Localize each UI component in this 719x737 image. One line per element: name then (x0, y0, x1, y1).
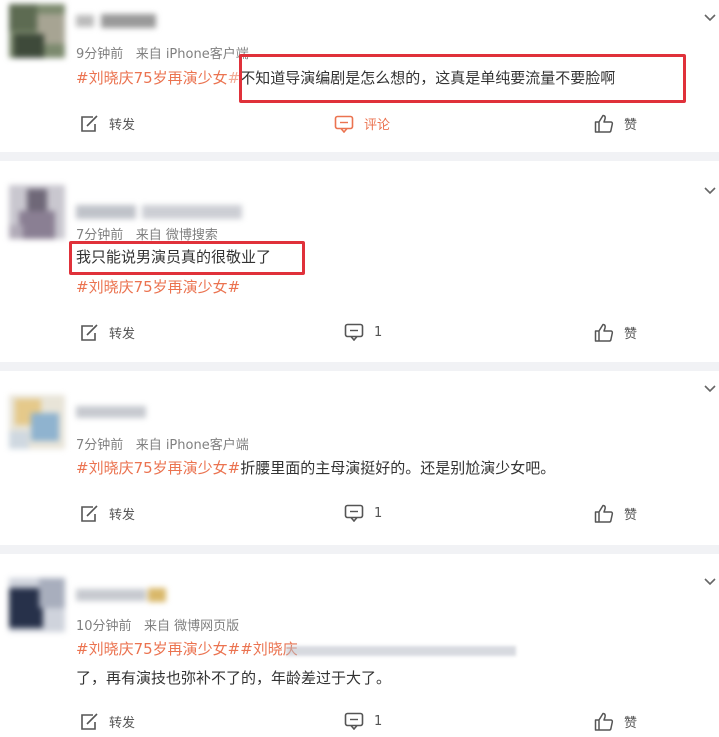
comment-icon (334, 115, 354, 133)
highlight-box (69, 241, 305, 275)
post-body: #刘晓庆75岁再演少女#折腰里面的主母演挺好的。还是别尬演少女吧。 (76, 457, 555, 479)
repost-icon (81, 323, 98, 341)
comment-count: 1 (374, 324, 383, 340)
avatar-image (9, 185, 65, 239)
separator (0, 152, 719, 161)
post-time: 10分钟前 (76, 619, 132, 634)
avatar-image (9, 395, 65, 449)
comment-button[interactable]: 1 (344, 504, 382, 522)
comment-icon (344, 504, 364, 522)
repost-icon (81, 114, 98, 132)
like-label: 赞 (624, 716, 638, 731)
chevron-down-icon[interactable] (703, 574, 717, 588)
comment-card: 10分钟前 来自 微博网页版 #刘晓庆75岁再演少女##刘晓庆 了，再有演技也弥… (0, 554, 719, 737)
highlight-box (239, 54, 686, 103)
hashtag-link[interactable]: #刘晓庆75岁再演少女# (76, 459, 240, 477)
post-meta: 10分钟前 来自 微博网页版 (76, 615, 239, 634)
repost-label: 转发 (109, 118, 136, 133)
post-body: #刘晓庆75岁再演少女##刘晓庆 (76, 638, 298, 660)
like-label: 赞 (624, 118, 638, 133)
repost-label: 转发 (109, 508, 136, 523)
thumbs-up-icon (594, 114, 614, 133)
hashtag-link[interactable]: #刘晓庆75岁再演少女 (76, 69, 228, 87)
like-label: 赞 (624, 508, 638, 523)
repost-label: 转发 (109, 327, 136, 342)
thumbs-up-icon (594, 323, 614, 342)
thumbs-up-icon (594, 504, 614, 523)
hashtag-link[interactable]: #刘晓庆75岁再演少女# (76, 640, 240, 658)
username-blurred[interactable] (76, 403, 166, 421)
like-button[interactable]: 赞 (594, 712, 637, 731)
username-blurred[interactable] (76, 12, 166, 30)
comment-label: 评论 (364, 118, 391, 133)
avatar[interactable] (9, 578, 65, 632)
post-source: 来自 iPhone客户端 (135, 47, 249, 62)
comment-button[interactable]: 1 (344, 323, 382, 341)
post-meta: 9分钟前 来自 iPhone客户端 (76, 43, 249, 62)
comment-card: 7分钟前 来自 微博搜索 我只能说男演员真的很敬业了 #刘晓庆75岁再演少女# … (0, 161, 719, 362)
repost-icon (81, 504, 98, 522)
repost-icon (81, 712, 98, 730)
username-blurred[interactable] (76, 203, 246, 221)
repost-button[interactable]: 转发 (79, 504, 135, 523)
comment-count: 1 (374, 713, 383, 729)
chevron-down-icon[interactable] (703, 10, 717, 24)
like-label: 赞 (624, 327, 638, 342)
separator (0, 545, 719, 554)
avatar-image (9, 4, 65, 58)
thumbs-up-icon (594, 712, 614, 731)
post-source: 来自 iPhone客户端 (135, 438, 249, 453)
post-text: 了，再有演技也弥补不了的，年龄差过于大了。 (76, 669, 392, 687)
comment-count: 1 (374, 505, 383, 521)
comment-card: 7分钟前 来自 iPhone客户端 #刘晓庆75岁再演少女#折腰里面的主母演挺好… (0, 371, 719, 545)
comment-card: 9分钟前 来自 iPhone客户端 #刘晓庆75岁再演少女#不知道导演编剧是怎么… (0, 0, 719, 152)
comment-button[interactable]: 1 (344, 712, 382, 730)
comment-button[interactable]: 评论 (334, 114, 390, 133)
like-button[interactable]: 赞 (594, 323, 637, 342)
like-button[interactable]: 赞 (594, 114, 637, 133)
comment-icon (344, 323, 364, 341)
post-time: 7分钟前 (76, 438, 124, 453)
username-blurred[interactable] (76, 586, 176, 604)
avatar[interactable] (9, 4, 65, 58)
avatar[interactable] (9, 395, 65, 449)
chevron-down-icon[interactable] (703, 381, 717, 395)
like-button[interactable]: 赞 (594, 504, 637, 523)
post-source: 来自 微博网页版 (143, 619, 240, 634)
post-text: 折腰里面的主母演挺好的。还是别尬演少女吧。 (240, 459, 556, 477)
post-time: 9分钟前 (76, 47, 124, 62)
post-meta: 7分钟前 来自 iPhone客户端 (76, 434, 249, 453)
truncated-text-blurred (286, 646, 516, 656)
hashtag-link[interactable]: #刘晓庆75岁再演少女# (76, 276, 240, 298)
repost-label: 转发 (109, 716, 136, 731)
separator (0, 362, 719, 371)
repost-button[interactable]: 转发 (79, 114, 135, 133)
comment-icon (344, 712, 364, 730)
avatar-image (9, 578, 65, 632)
repost-button[interactable]: 转发 (79, 323, 135, 342)
avatar[interactable] (9, 185, 65, 239)
chevron-down-icon[interactable] (703, 183, 717, 197)
repost-button[interactable]: 转发 (79, 712, 135, 731)
